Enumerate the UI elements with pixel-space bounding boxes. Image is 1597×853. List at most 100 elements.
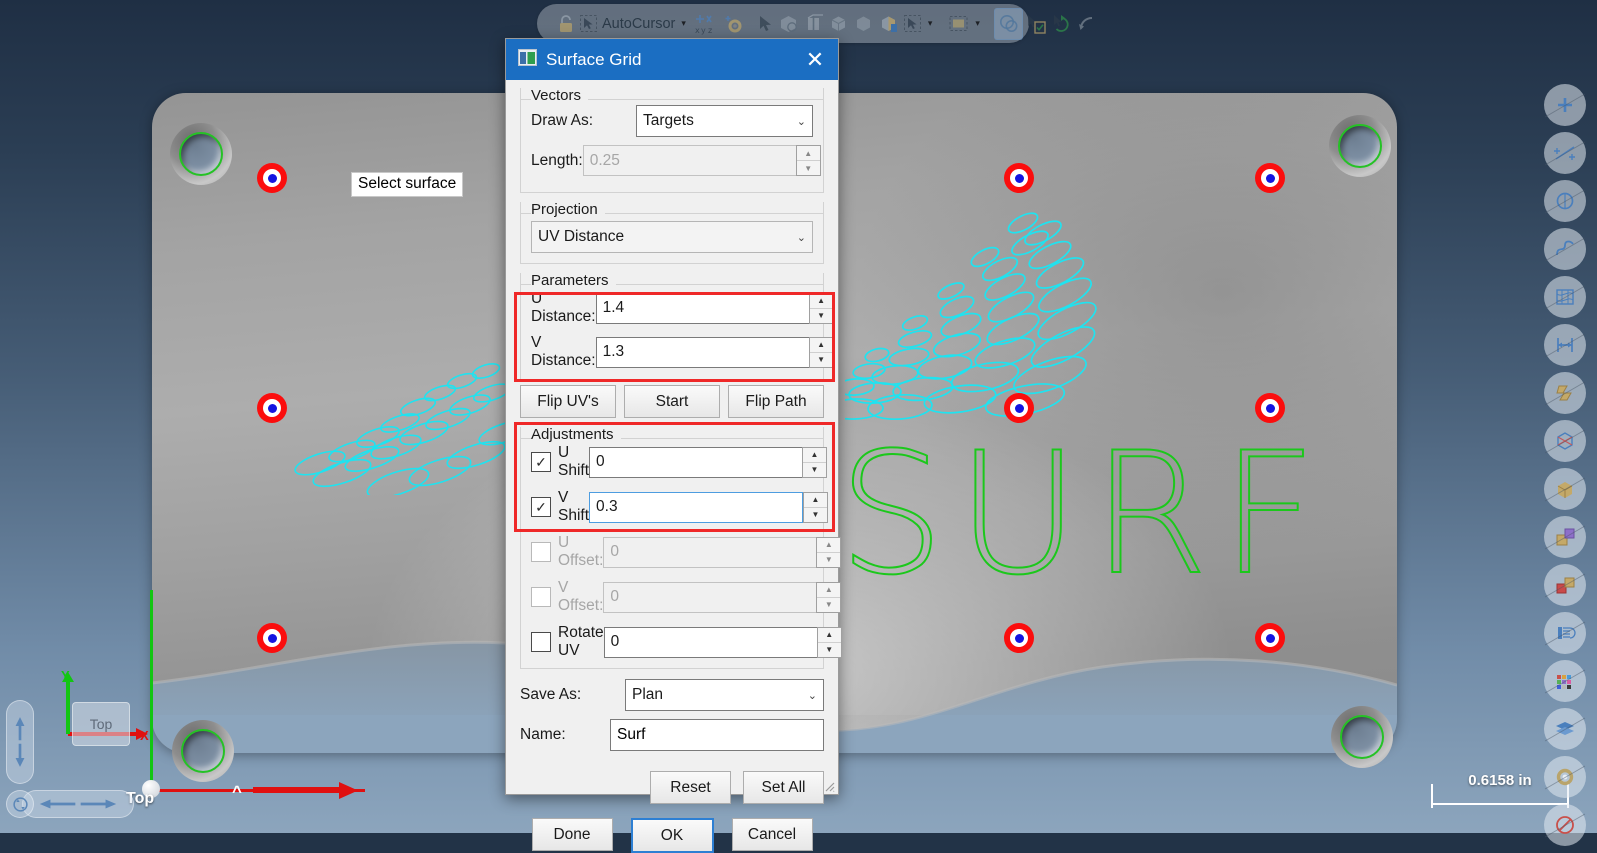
autocursor-caret-icon[interactable]: ▾: [677, 18, 690, 29]
no-entry-icon[interactable]: [1544, 804, 1586, 846]
position-icon[interactable]: [1544, 564, 1586, 606]
select-all-caret-icon[interactable]: ▾: [924, 18, 937, 29]
v-shift-stepper[interactable]: ▲ ▼: [589, 491, 829, 523]
mounting-hole-bottom-right[interactable]: [1340, 715, 1384, 759]
spin-down-icon[interactable]: ▼: [810, 309, 833, 323]
select-arrow-icon[interactable]: [756, 9, 776, 39]
dimension-icon[interactable]: [1544, 324, 1586, 366]
reset-button[interactable]: Reset: [650, 771, 731, 804]
v-shift-input[interactable]: [589, 491, 804, 523]
right-toolbar[interactable]: [1535, 84, 1595, 852]
gear-point-icon[interactable]: [720, 9, 746, 39]
selection-window-caret-icon[interactable]: ▾: [971, 18, 984, 29]
colors-icon[interactable]: [1544, 660, 1586, 702]
dialog-title-bar[interactable]: Surface Grid ✕: [506, 39, 838, 80]
set-all-button[interactable]: Set All: [743, 771, 824, 804]
target-marker[interactable]: [1004, 163, 1034, 193]
v-shift-checkbox[interactable]: ✓: [531, 497, 551, 517]
rotate-uv-input[interactable]: [603, 626, 817, 658]
spin-up-icon[interactable]: ▲: [817, 628, 841, 643]
select-edge-icon[interactable]: [801, 9, 826, 39]
target-marker[interactable]: [257, 163, 287, 193]
save-as-select[interactable]: Plan ⌄: [625, 679, 824, 711]
spline-icon[interactable]: [1544, 228, 1586, 270]
pan-horizontal-control[interactable]: [22, 790, 134, 818]
v-offset-checkbox[interactable]: [531, 587, 551, 607]
chevron-down-icon[interactable]: ⌄: [808, 689, 817, 702]
spin-up-icon[interactable]: ▲: [809, 294, 833, 309]
ok-button[interactable]: OK: [630, 818, 714, 853]
target-marker[interactable]: [1255, 393, 1285, 423]
layers-icon[interactable]: [1544, 708, 1586, 750]
spin-up-icon[interactable]: ▲: [804, 493, 828, 508]
levels-icon[interactable]: [1544, 612, 1586, 654]
add-line-icon[interactable]: [1544, 132, 1586, 174]
u-offset-checkbox[interactable]: [531, 542, 551, 562]
select-body-icon[interactable]: [851, 9, 876, 39]
view-cube[interactable]: Top: [72, 702, 130, 746]
entity-select-icon[interactable]: [993, 7, 1023, 40]
spin-down-icon[interactable]: ▼: [803, 463, 826, 477]
u-distance-spin-buttons[interactable]: ▲ ▼: [808, 292, 834, 324]
autocursor-label[interactable]: AutoCursor: [600, 16, 677, 32]
add-point-icon[interactable]: [1544, 84, 1586, 126]
target-marker[interactable]: [257, 623, 287, 653]
u-shift-stepper[interactable]: ▲ ▼: [589, 446, 828, 478]
box-icon[interactable]: [1544, 468, 1586, 510]
v-shift-spin-buttons[interactable]: ▲ ▼: [803, 491, 829, 523]
target-marker[interactable]: [1255, 623, 1285, 653]
select-all-icon[interactable]: [901, 9, 924, 39]
chevron-down-icon[interactable]: ⌄: [797, 115, 806, 128]
mounting-hole-bottom-left[interactable]: [181, 729, 225, 773]
spin-down-icon[interactable]: ▼: [818, 643, 841, 657]
rotate-uv-spin-buttons[interactable]: ▲ ▼: [816, 626, 842, 658]
spin-down-icon[interactable]: ▼: [804, 508, 827, 522]
spin-up-icon[interactable]: ▲: [809, 338, 833, 353]
draw-as-select[interactable]: Targets ⌄: [636, 105, 813, 137]
settings-gear-icon[interactable]: [1544, 756, 1586, 798]
done-button[interactable]: Done: [531, 818, 613, 851]
flip-uvs-button[interactable]: Flip UV's: [520, 385, 616, 418]
surface-grid-dialog[interactable]: Surface Grid ✕ Vectors Draw As: Targets …: [505, 38, 842, 853]
circle-icon[interactable]: [1544, 180, 1586, 222]
u-shift-checkbox[interactable]: ✓: [531, 452, 551, 472]
v-distance-spin-buttons[interactable]: ▲ ▼: [808, 336, 834, 368]
u-shift-spin-buttons[interactable]: ▲ ▼: [802, 446, 828, 478]
target-marker[interactable]: [1004, 623, 1034, 653]
start-button[interactable]: Start: [624, 385, 720, 418]
close-icon[interactable]: ✕: [792, 39, 838, 80]
cancel-button[interactable]: Cancel: [731, 818, 813, 851]
xyz-point-icon[interactable]: xyz: [690, 9, 720, 39]
projection-select[interactable]: UV Distance ⌄: [531, 221, 813, 253]
autocursor-icon[interactable]: [577, 9, 600, 39]
rotate-view-control[interactable]: [6, 790, 34, 818]
solid-model-icon[interactable]: [1544, 420, 1586, 462]
chevron-down-icon[interactable]: ⌄: [797, 231, 806, 244]
rotate-select-icon[interactable]: [1049, 9, 1075, 39]
u-shift-input[interactable]: [589, 446, 803, 478]
ribbon-icon[interactable]: [1544, 372, 1586, 414]
target-marker[interactable]: [1004, 393, 1034, 423]
target-marker[interactable]: [257, 393, 287, 423]
mounting-hole-top-right[interactable]: [1338, 124, 1382, 168]
rotate-uv-stepper[interactable]: ▲ ▼: [603, 626, 842, 658]
target-marker[interactable]: [1255, 163, 1285, 193]
spin-up-icon[interactable]: ▲: [803, 448, 827, 463]
selection-window-icon[interactable]: [946, 9, 971, 39]
v-distance-stepper[interactable]: ▲ ▼: [595, 336, 834, 368]
spin-down-icon[interactable]: ▼: [810, 353, 833, 367]
select-face-icon[interactable]: [776, 9, 801, 39]
rotate-uv-checkbox[interactable]: [531, 632, 551, 652]
u-distance-stepper[interactable]: ▲ ▼: [595, 292, 834, 324]
name-input[interactable]: [610, 719, 824, 751]
u-distance-input[interactable]: [595, 292, 809, 324]
pan-vertical-control[interactable]: [6, 700, 34, 784]
flip-path-button[interactable]: Flip Path: [728, 385, 824, 418]
resize-grip-icon[interactable]: [823, 780, 835, 792]
v-distance-input[interactable]: [595, 336, 809, 368]
lock-icon[interactable]: [555, 9, 577, 39]
select-solid-icon[interactable]: [826, 9, 851, 39]
surface-icon[interactable]: [1544, 276, 1586, 318]
transform-icon[interactable]: [1544, 516, 1586, 558]
undo-select-icon[interactable]: [1075, 9, 1099, 39]
